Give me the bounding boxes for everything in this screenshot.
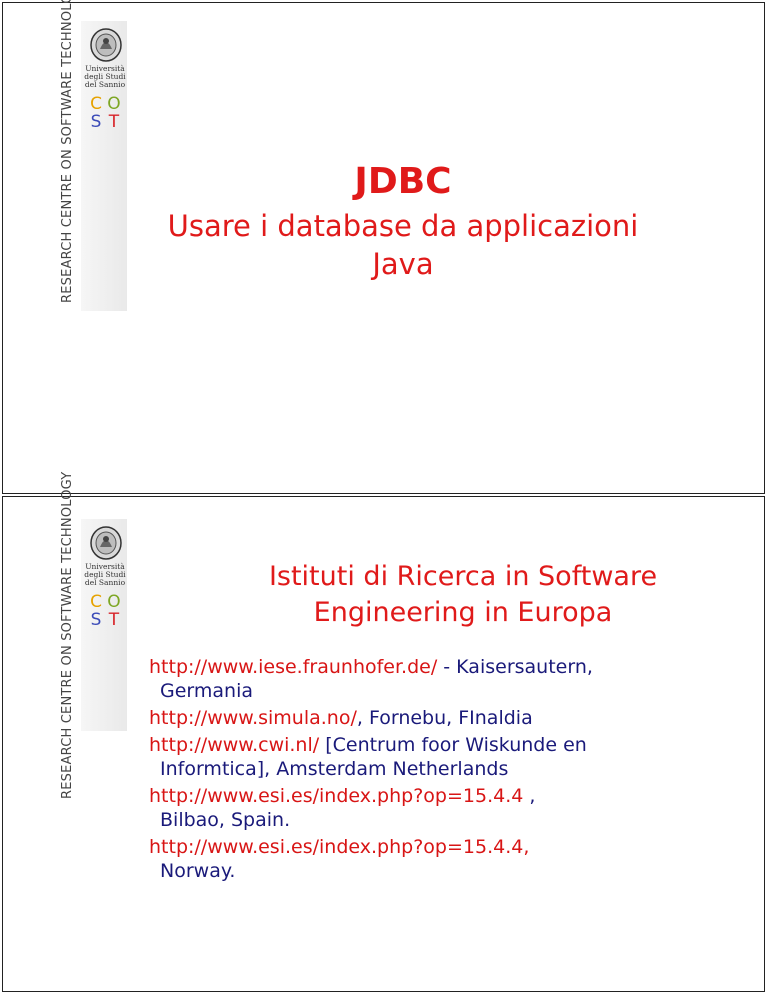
side-label: RESEARCH CENTRE ON SOFTWARE TECHNOLOGY: [60, 0, 75, 303]
university-seal-icon: [90, 526, 122, 560]
university-name: Università degli Studi del Sannio: [84, 562, 126, 587]
institute-link[interactable]: http://www.esi.es/index.php?op=15.4.4,: [149, 836, 529, 858]
list-item: http://www.esi.es/index.php?op=15.4.4, N…: [149, 836, 530, 882]
institute-list: http://www.iese.fraunhofer.de/ - Kaisers…: [149, 655, 709, 886]
institute-link[interactable]: http://www.simula.no/: [149, 707, 357, 729]
institute-link[interactable]: http://www.cwi.nl/: [149, 734, 319, 756]
slide-subtitle: Usare i database da applicazioni Java: [167, 209, 639, 281]
slide-2: RESEARCH CENTRE ON SOFTWARE TECHNOLOGY U…: [2, 472, 765, 992]
cost-logo: C O S T: [90, 94, 121, 132]
list-item: http://www.simula.no/, Fornebu, FInaldia: [149, 707, 533, 729]
side-label: RESEARCH CENTRE ON SOFTWARE TECHNOLOGY: [60, 471, 75, 799]
list-item: http://www.esi.es/index.php?op=15.4.4 , …: [149, 785, 536, 831]
university-name: Università degli Studi del Sannio: [84, 64, 126, 89]
cost-logo: C O S T: [90, 592, 121, 630]
list-item: http://www.cwi.nl/ [Centrum foor Wiskund…: [149, 734, 587, 780]
slide-1: RESEARCH CENTRE ON SOFTWARE TECHNOLOGY U…: [2, 0, 765, 494]
institute-link[interactable]: http://www.iese.fraunhofer.de/: [149, 656, 437, 678]
list-item: http://www.iese.fraunhofer.de/ - Kaisers…: [149, 656, 593, 702]
slide-title: JDBC: [354, 161, 452, 202]
university-seal-icon: [90, 28, 122, 62]
institute-link[interactable]: http://www.esi.es/index.php?op=15.4.4: [149, 785, 523, 807]
slide-heading: Istituti di Ricerca in Software Engineer…: [268, 561, 658, 628]
